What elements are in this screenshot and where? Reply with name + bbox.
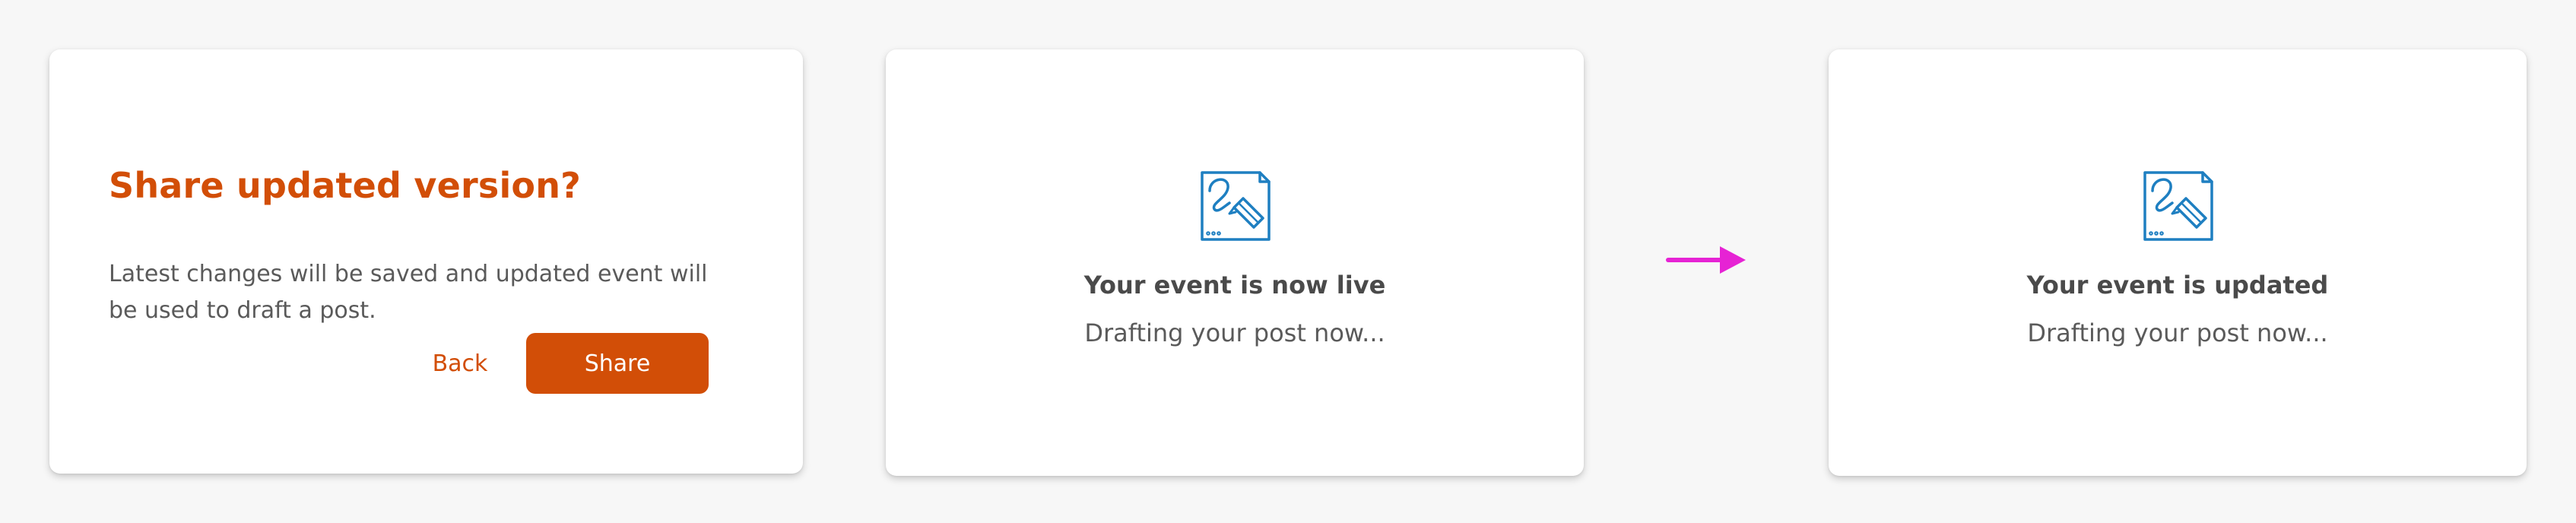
- share-dialog: Share updated version? Latest changes wi…: [49, 49, 803, 474]
- draft-document-pen-icon: [1199, 170, 1272, 242]
- draft-document-pen-icon: [2142, 170, 2215, 242]
- right-arrow-icon: [1665, 243, 1749, 277]
- dialog-message: Latest changes will be saved and updated…: [109, 261, 708, 324]
- status-heading: Your event is updated: [2026, 271, 2329, 300]
- dialog-title: Share updated version?: [109, 165, 582, 206]
- status-subtext: Drafting your post now...: [2027, 319, 2328, 347]
- status-subtext: Drafting your post now...: [1084, 319, 1385, 347]
- event-updated-status-card: Your event is updated Drafting your post…: [1829, 49, 2527, 476]
- status-heading: Your event is now live: [1083, 271, 1386, 300]
- event-live-status-card: Your event is now live Drafting your pos…: [886, 49, 1584, 476]
- share-button[interactable]: Share: [526, 333, 709, 394]
- screen: Share updated version? Latest changes wi…: [0, 0, 2576, 523]
- back-button[interactable]: Back: [373, 333, 547, 394]
